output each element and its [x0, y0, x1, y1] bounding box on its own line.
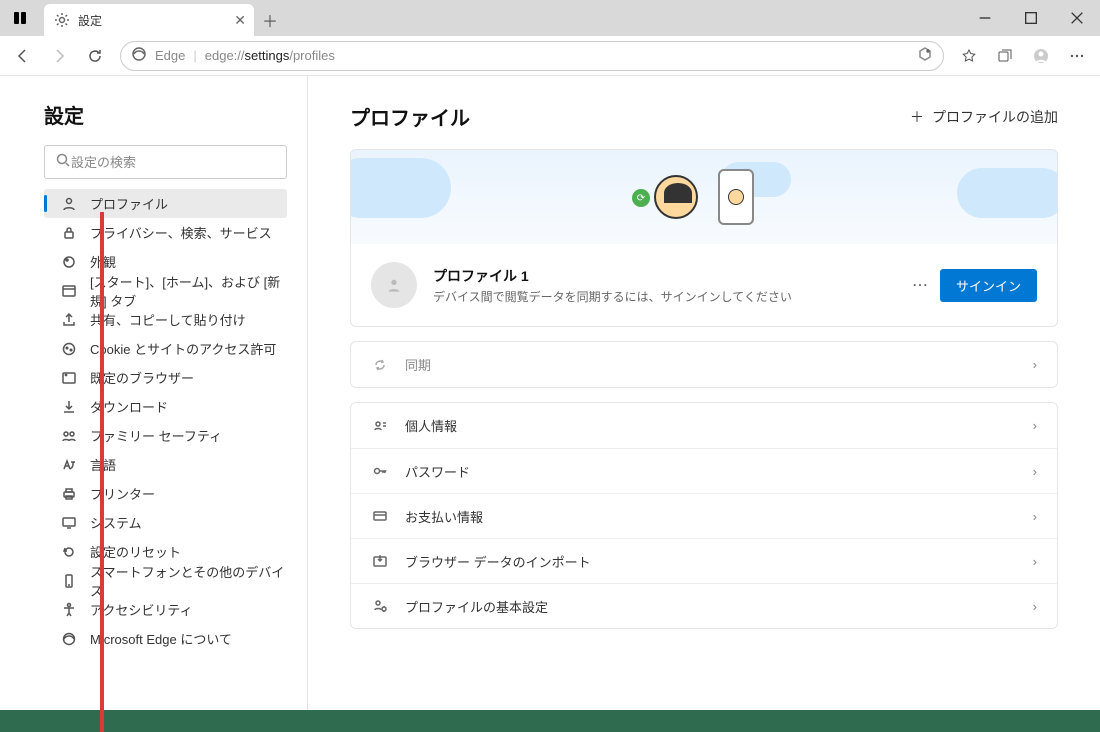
back-button[interactable] — [6, 39, 40, 73]
row-personal-info[interactable]: 個人情報 › — [351, 403, 1057, 448]
settings-nav: プロファイル プライバシー、検索、サービス 外観 [スタート]、[ホーム]、およ… — [44, 189, 287, 653]
signin-button[interactable]: サインイン — [940, 269, 1037, 302]
tab-title: 設定 — [78, 12, 102, 29]
settings-sidebar: 設定 プロファイル プライバシー、検索、サービス 外観 [スタート]、[ホーム]… — [0, 76, 308, 710]
settings-search[interactable] — [44, 145, 287, 179]
chevron-right-icon: › — [1033, 509, 1037, 524]
person-card-icon — [371, 417, 389, 435]
profile-desc: デバイス間で閲覧データを同期するには、サインインしてください — [433, 288, 792, 305]
nav-start[interactable]: [スタート]、[ホーム]、および [新規] タブ — [44, 276, 287, 305]
sync-icon — [371, 356, 389, 374]
profile-options-card: 個人情報 › パスワード › お支払い情報 › ブラウザー データのインポート … — [350, 402, 1058, 629]
card-icon — [371, 507, 389, 525]
maximize-button[interactable] — [1008, 0, 1054, 36]
collections-button[interactable] — [988, 39, 1022, 73]
annotation-red-line — [100, 212, 104, 732]
chevron-right-icon: › — [1033, 464, 1037, 479]
background-strip — [0, 710, 1100, 732]
profile-name: プロファイル 1 — [433, 266, 792, 286]
profile-gear-icon — [371, 597, 389, 615]
lock-icon — [60, 224, 78, 242]
nav-printer[interactable]: プリンター — [44, 479, 287, 508]
accessibility-icon — [60, 601, 78, 619]
nav-phone[interactable]: スマートフォンとその他のデバイス — [44, 566, 287, 595]
more-button[interactable] — [1060, 39, 1094, 73]
nav-accessibility[interactable]: アクセシビリティ — [44, 595, 287, 624]
key-icon — [371, 462, 389, 480]
reset-icon — [60, 543, 78, 561]
nav-cookies[interactable]: Cookie とサイトのアクセス許可 — [44, 334, 287, 363]
edge-logo-icon — [131, 46, 147, 65]
nav-profile[interactable]: プロファイル — [44, 189, 287, 218]
refresh-button[interactable] — [78, 39, 112, 73]
row-payment[interactable]: お支払い情報 › — [351, 493, 1057, 538]
gear-icon — [54, 12, 70, 28]
title-bar: 設定 ✕ ＋ — [0, 0, 1100, 36]
address-bar[interactable]: Edge | edge://settings/profiles — [120, 41, 944, 71]
nav-about[interactable]: Microsoft Edge について — [44, 624, 287, 653]
nav-privacy[interactable]: プライバシー、検索、サービス — [44, 218, 287, 247]
profile-more-button[interactable]: ⋯ — [912, 275, 928, 295]
printer-icon — [60, 485, 78, 503]
language-icon — [60, 456, 78, 474]
nav-system[interactable]: システム — [44, 508, 287, 537]
row-import[interactable]: ブラウザー データのインポート › — [351, 538, 1057, 583]
add-profile-button[interactable]: ＋ プロファイルの追加 — [910, 107, 1058, 127]
cookie-icon — [60, 340, 78, 358]
profile-avatar-button[interactable] — [1024, 39, 1058, 73]
nav-downloads[interactable]: ダウンロード — [44, 392, 287, 421]
chevron-right-icon: › — [1033, 599, 1037, 614]
row-profile-prefs[interactable]: プロファイルの基本設定 › — [351, 583, 1057, 628]
new-tab-button[interactable]: ＋ — [254, 4, 286, 36]
profile-card: ⟳ プロファイル 1 デバイス間で閲覧データを同期するには、サインインしてくださ… — [350, 149, 1058, 327]
tab-overview-button[interactable] — [10, 8, 30, 28]
chevron-right-icon: › — [1033, 554, 1037, 569]
tab-icon — [60, 282, 78, 300]
nav-share[interactable]: 共有、コピーして貼り付け — [44, 305, 287, 334]
nav-family[interactable]: ファミリー セーフティ — [44, 421, 287, 450]
browser-tab[interactable]: 設定 ✕ — [44, 4, 254, 36]
nav-language[interactable]: 言語 — [44, 450, 287, 479]
sidebar-title: 設定 — [44, 100, 287, 129]
toolbar: Edge | edge://settings/profiles — [0, 36, 1100, 76]
row-passwords[interactable]: パスワード › — [351, 448, 1057, 493]
search-icon — [55, 152, 71, 173]
main-title: プロファイル — [350, 102, 470, 131]
chevron-right-icon: › — [1033, 357, 1037, 372]
share-icon — [60, 311, 78, 329]
paint-icon — [60, 253, 78, 271]
main-panel: プロファイル ＋ プロファイルの追加 ⟳ — [308, 76, 1100, 710]
chevron-right-icon: › — [1033, 418, 1037, 433]
sync-card: 同期 › — [350, 341, 1058, 388]
profile-icon — [60, 195, 78, 213]
favorites-button[interactable] — [952, 39, 986, 73]
address-url: edge://settings/profiles — [205, 48, 335, 63]
download-icon — [60, 398, 78, 416]
tab-close-button[interactable]: ✕ — [234, 12, 246, 29]
minimize-button[interactable] — [962, 0, 1008, 36]
edge-icon — [60, 630, 78, 648]
phone-icon — [60, 572, 78, 590]
row-sync[interactable]: 同期 › — [351, 342, 1057, 387]
browser-icon — [60, 369, 78, 387]
nav-default-browser[interactable]: 既定のブラウザー — [44, 363, 287, 392]
profile-avatar — [371, 262, 417, 308]
close-window-button[interactable] — [1054, 0, 1100, 36]
plus-icon: ＋ — [910, 107, 924, 127]
address-identity: Edge — [155, 48, 185, 63]
read-aloud-icon[interactable] — [917, 46, 933, 65]
forward-button[interactable] — [42, 39, 76, 73]
profile-hero: ⟳ — [351, 150, 1057, 244]
system-icon — [60, 514, 78, 532]
settings-search-input[interactable] — [71, 155, 276, 170]
family-icon — [60, 427, 78, 445]
import-icon — [371, 552, 389, 570]
